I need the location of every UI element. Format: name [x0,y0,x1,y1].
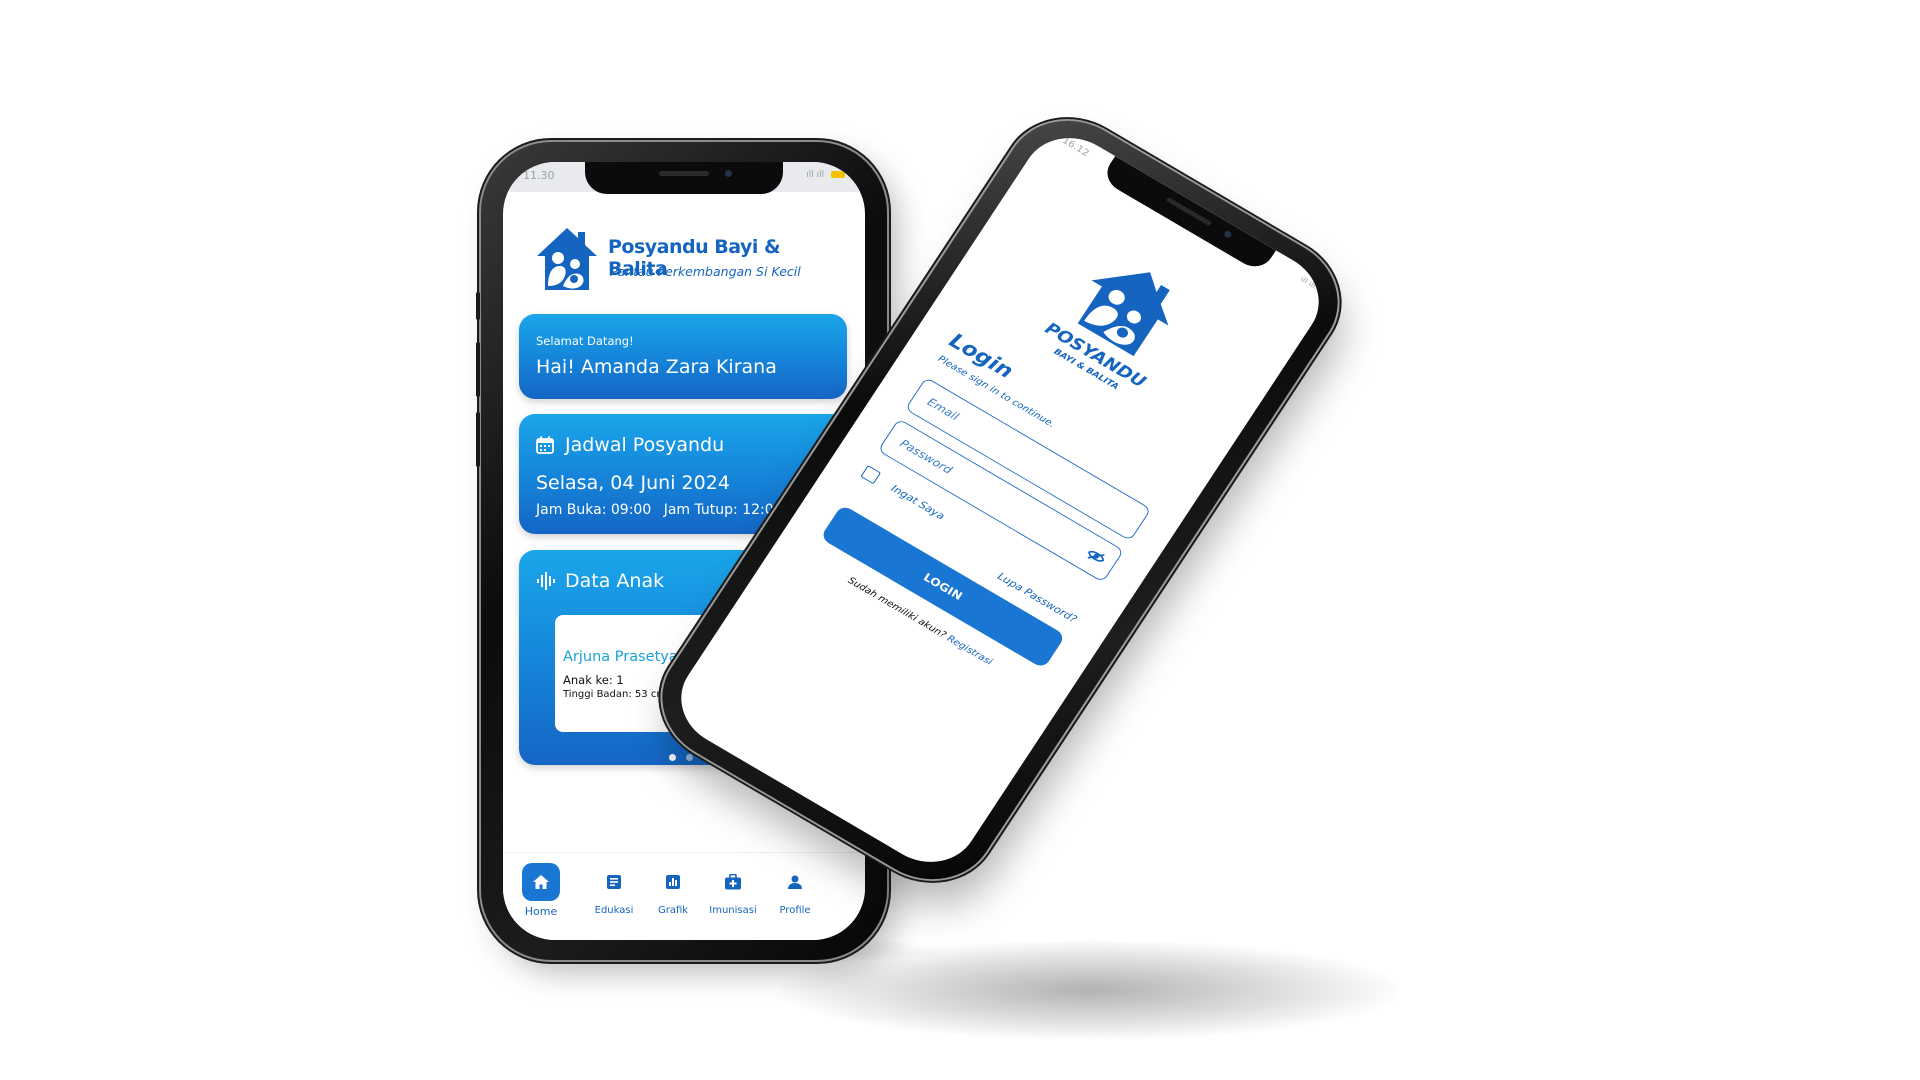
bar-chart-icon [654,863,692,901]
nav-label-profile: Profile [779,905,811,916]
schedule-date: Selasa, 04 Juni 2024 [536,472,730,494]
house-family-logo-icon [537,228,597,290]
front-camera [1222,229,1233,239]
person-icon [776,863,814,901]
status-icons: ıll ıll [806,170,845,180]
waveform-icon [537,572,555,590]
child-order: Anak ke: 1 [563,673,624,687]
nav-label-edukasi: Edukasi [594,905,634,916]
nav-label-home: Home [524,905,558,918]
welcome-card: Selamat Datang! Hai! Amanda Zara Kirana [519,314,847,399]
app-subtitle: Pantau Perkembangan Si Kecil [610,264,801,279]
speaker-grille [659,171,709,176]
welcome-greeting: Selamat Datang! [536,334,634,348]
phone-volume-down [476,412,480,467]
battery-icon [831,171,845,178]
carousel-dot-active[interactable] [669,754,676,761]
remember-checkbox[interactable] [860,465,882,485]
login-title: Login [944,329,1017,384]
medical-kit-icon [714,863,752,901]
speaker-grille [1165,196,1213,227]
app-brand: Posyandu Bayi & Balita Pantau Perkembang… [533,224,843,304]
welcome-user-name: Hai! Amanda Zara Kirana [536,356,777,378]
remember-label: Ingat Saya [888,482,947,523]
status-time: 16.12 [1060,135,1091,159]
nav-item-imunisasi[interactable]: Imunisasi [703,863,763,916]
children-title: Data Anak [565,570,665,592]
signal-icon: ıll ıll [1298,274,1318,291]
status-time: 11.30 [523,169,555,182]
nav-item-home[interactable]: Home [511,863,571,918]
home-icon [522,863,560,901]
nav-label-grafik: Grafik [657,905,689,916]
schedule-open-time: Jam Buka: 09:00 [536,502,652,518]
schedule-close-time: Jam Tutup: 12:00 [663,502,783,518]
nav-item-edukasi[interactable]: Edukasi [584,863,644,916]
nav-label-imunisasi: Imunisasi [709,905,757,916]
bottom-navigation: Home Edukasi Grafik Imunisasi Profile [503,852,865,940]
nav-item-profile[interactable]: Profile [765,863,825,916]
phone-volume-up [476,342,480,397]
calendar-icon [536,436,554,454]
schedule-hours: Jam Buka: 09:00 Jam Tutup: 12:00 [536,502,791,518]
signal-icon: ıll ıll [806,170,825,180]
nav-item-grafik[interactable]: Grafik [643,863,703,916]
register-link[interactable]: Registrasi [945,634,994,668]
schedule-title: Jadwal Posyandu [565,434,725,456]
carousel-dot[interactable] [686,754,694,761]
article-icon [595,863,633,901]
phone-mute-switch [476,292,480,320]
front-camera [725,170,732,177]
notch [585,162,783,194]
